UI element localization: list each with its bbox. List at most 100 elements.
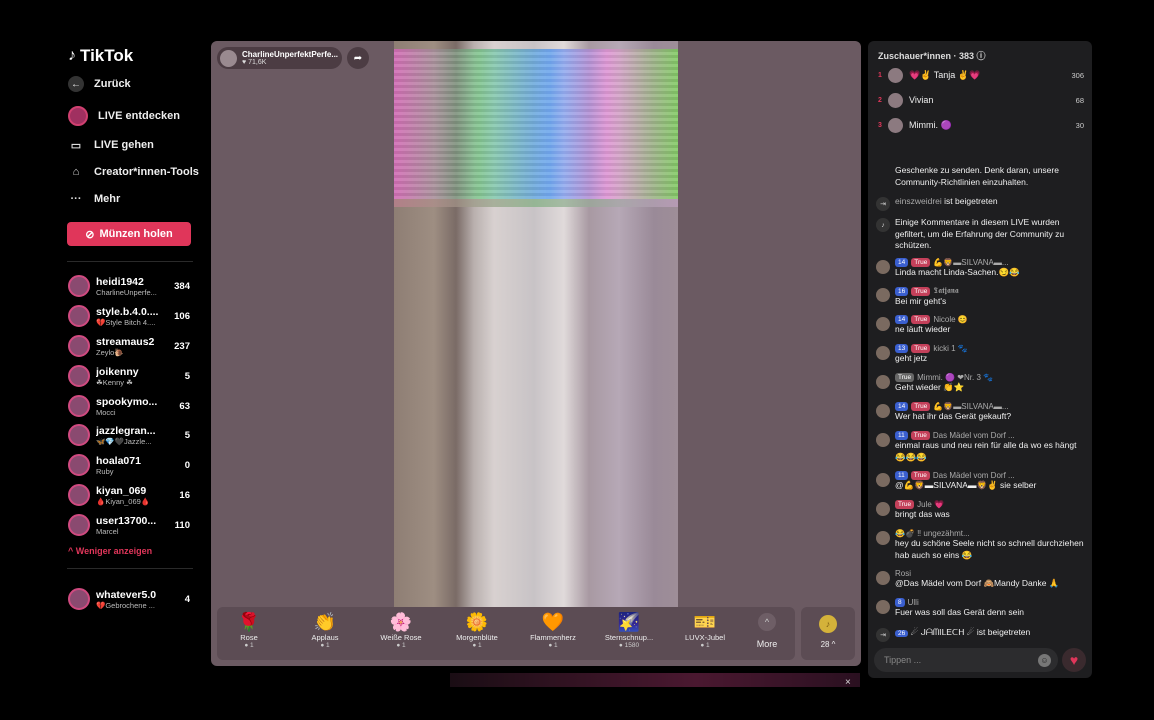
level-badge: 13: [895, 344, 909, 353]
gift-price: ● 1580: [618, 642, 640, 649]
avatar: [876, 404, 890, 418]
nav-live-discover[interactable]: LIVE entdecken: [68, 106, 180, 126]
message-text: ist beigetreten: [944, 196, 998, 206]
gift-morning-bloom[interactable]: 🌼 Morgenblüte ● 1: [442, 611, 512, 649]
message-user[interactable]: Nicole 😊: [933, 315, 967, 324]
creator-item[interactable]: kiyan_069 🩸Kiyan_069🩸 16: [68, 482, 190, 508]
message-user[interactable]: kicki 1 🐾: [933, 344, 967, 353]
message-user[interactable]: Das Mädel vom Dorf ...: [933, 431, 1015, 440]
gift-flame-heart[interactable]: 🧡 Flammenherz ● 1: [518, 611, 588, 649]
host-info[interactable]: CharlineUnperfektPerfe... ♥ 71,6K: [217, 47, 342, 69]
coin-icon: ♪: [819, 615, 837, 633]
creator-item[interactable]: style.b.4.0.... 💔Style Bitch 4.... 106: [68, 303, 190, 329]
fan-badge: True: [911, 344, 931, 353]
gift-price: ● 1: [548, 642, 558, 649]
following-item[interactable]: whatever5.0 💔Gebrochene ... 4: [68, 586, 190, 612]
message-text: @Das Mädel vom Dorf 🙈Mandy Danke 🙏: [895, 578, 1060, 588]
nav-more[interactable]: ··· Mehr: [68, 191, 121, 207]
message-user[interactable]: 💪🦁▬SILVANA▬...: [933, 402, 1008, 411]
message-user[interactable]: Rosi: [895, 569, 911, 578]
live-stream-video[interactable]: [394, 41, 678, 607]
gift-price-value: 1580: [624, 642, 640, 649]
gift-price-value: 1: [402, 642, 406, 649]
tiktok-logo[interactable]: ♪ TikTok: [68, 46, 133, 66]
avatar: [68, 424, 90, 446]
gift-applause[interactable]: 👏 Applaus ● 1: [290, 611, 360, 649]
creator-item[interactable]: streamaus2 Zeylo🐌 237: [68, 333, 190, 359]
close-icon[interactable]: ×: [845, 677, 851, 688]
avatar: [876, 375, 890, 389]
more-gifts-button[interactable]: ^ More: [754, 613, 780, 649]
viewer-count: 4: [184, 593, 190, 605]
viewers-header[interactable]: Zuschauer*innen · 383 ⓘ: [878, 49, 986, 62]
viewer-count: 110: [174, 519, 190, 531]
avatar: [876, 260, 890, 274]
gift-price: ● 1: [244, 642, 254, 649]
tiktok-live-page: ♪ TikTok ← Zurück LIVE entdecken ▭ LIVE …: [0, 0, 1154, 720]
gift-shooting-star[interactable]: 🌠 Sternschnup... ● 1580: [594, 611, 664, 649]
nav-go-live[interactable]: ▭ LIVE gehen: [68, 137, 154, 153]
chat-message: 😂💣 ‼ ungezähmt... hey du schöne Seele ni…: [876, 529, 1086, 561]
creator-item[interactable]: heidi1942 CharlineUnperfe... 384: [68, 273, 190, 299]
top-viewer[interactable]: 3 Mimmi. 🟣 30: [878, 116, 1084, 134]
chat-input-placeholder: Tippen ...: [884, 655, 922, 665]
avatar: [68, 588, 90, 610]
creator-item[interactable]: user13700... Marcel 110: [68, 512, 190, 538]
message-text: Wer hat ihr das Gerät gekauft?: [895, 411, 1012, 421]
nav-creator-tools[interactable]: ⌂ Creator*innen-Tools: [68, 164, 199, 180]
message-user[interactable]: 𝕿𝖆𝖙𝖏𝖆𝖓𝖆: [933, 286, 958, 296]
gift-rose[interactable]: 🌹 Rose ● 1: [214, 611, 284, 649]
message-user[interactable]: Jule 💗: [917, 500, 944, 509]
coin-balance-button[interactable]: ♪ 28 ^: [801, 607, 855, 660]
live-video-panel[interactable]: CharlineUnperfektPerfe... ♥ 71,6K ➦: [211, 41, 861, 666]
fan-badge: True: [895, 500, 915, 509]
avatar: [876, 317, 890, 331]
fan-badge: True: [910, 471, 930, 480]
fan-badge: True: [911, 402, 931, 411]
message-user[interactable]: 💪🦁▬SILVANA▬...: [933, 258, 1008, 267]
top-viewer[interactable]: 1 💗✌ Tanja ✌💗 306: [878, 66, 1084, 84]
creator-sub: ☘Kenny ☘: [96, 377, 133, 387]
gift-price: ● 1: [320, 642, 330, 649]
share-button[interactable]: ➦: [347, 47, 369, 69]
message-text: geht jetz: [895, 353, 928, 363]
nav-label: Mehr: [94, 193, 121, 205]
home-icon: ⌂: [72, 166, 80, 178]
join-icon: ⇥: [876, 628, 890, 642]
chat-input[interactable]: Tippen ...: [874, 648, 1058, 672]
chat-message: 8 Ulli Fuer was soll das Gerät denn sein: [876, 598, 1086, 619]
message-user[interactable]: einszweidrei: [895, 196, 942, 206]
get-coins-button[interactable]: ⊘ Münzen holen: [67, 222, 191, 246]
emoji-icon[interactable]: ☺: [1038, 654, 1051, 667]
message-user[interactable]: ☄ ᒍᗩᗰIᒪEᑕᕼ ☄: [911, 627, 975, 637]
creator-item[interactable]: spookymo... Mocci 63: [68, 393, 190, 419]
message-user[interactable]: Mimmi. 🟣 ❤Nr. 3 🐾: [917, 373, 993, 382]
message-user[interactable]: Das Mädel vom Dorf ...: [933, 471, 1015, 480]
creator-sub: 💔Style Bitch 4....: [96, 317, 156, 327]
top-viewer[interactable]: 2 Vivian 68: [878, 91, 1084, 109]
back-button[interactable]: ← Zurück: [68, 76, 131, 92]
nav-label: LIVE entdecken: [98, 110, 180, 122]
avatar: [876, 502, 890, 516]
flower-icon: 🌼: [465, 612, 489, 632]
rose-icon: 🌹: [237, 612, 261, 632]
like-heart-button[interactable]: ♥: [1062, 648, 1086, 672]
creator-item[interactable]: joikenny ☘Kenny ☘ 5: [68, 363, 190, 389]
creator-item[interactable]: hoala071 Ruby 0: [68, 452, 190, 478]
chat-message: ♪ Einige Kommentare in diesem LIVE wurde…: [876, 217, 1086, 252]
creator-name: streamaus2: [96, 335, 155, 348]
gift-white-rose[interactable]: 🌸 Weiße Rose ● 1: [366, 611, 436, 649]
gift-luvx-cheer[interactable]: 🎫 LUVX-Jubel ● 1: [670, 611, 740, 649]
message-text: Bei mir geht's: [895, 296, 947, 306]
show-less-button[interactable]: ^ Weniger anzeigen: [68, 546, 152, 556]
creator-item[interactable]: jazzlegran... 🦋💎🖤Jazzle... 5: [68, 422, 190, 448]
message-user[interactable]: Ulli: [908, 598, 919, 607]
viewer-count: 63: [179, 400, 190, 412]
live-avatar-icon: [68, 106, 88, 126]
chat-panel: Zuschauer*innen · 383 ⓘ 1 💗✌ Tanja ✌💗 30…: [868, 41, 1092, 678]
gift-bar: 🌹 Rose ● 1 👏 Applaus ● 1 🌸 Weiße Rose ● …: [217, 607, 795, 660]
message-user[interactable]: 😂💣 ‼ ungezähmt...: [895, 529, 970, 538]
avatar: [888, 67, 903, 83]
chat-message: Geschenke zu senden. Denk daran, unsere …: [876, 165, 1086, 188]
viewer-score: 306: [1071, 70, 1084, 80]
